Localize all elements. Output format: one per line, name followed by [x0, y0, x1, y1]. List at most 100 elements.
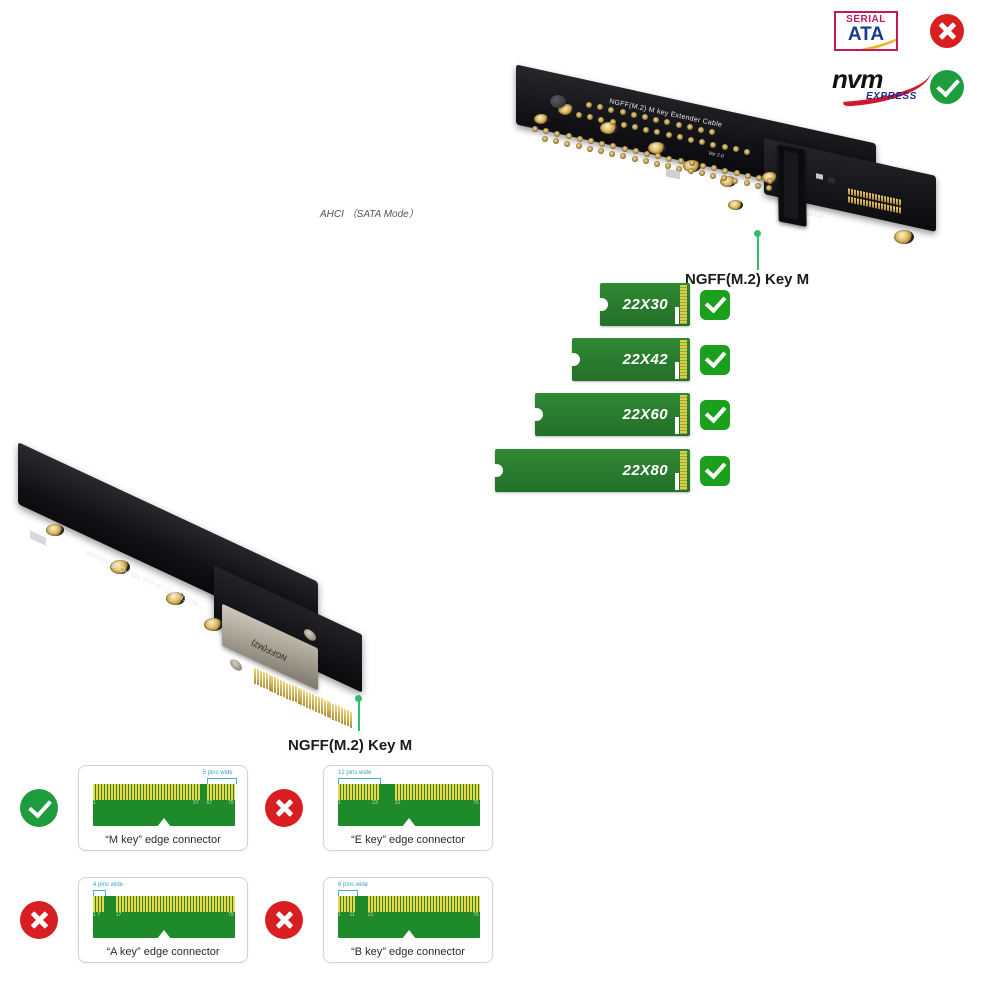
ssd-m-key-gap — [675, 473, 679, 490]
via-pad — [711, 165, 718, 172]
ssd-size-row: 22X42 — [571, 338, 730, 381]
via-pad — [542, 136, 548, 142]
ssd-screw-notch — [534, 408, 543, 421]
ssd-m-key-gap — [675, 307, 679, 324]
key-connector-card: 1 23 33 75 12 pins wide “E key” edge connecto… — [323, 765, 493, 851]
pin-number: 57 — [193, 800, 199, 806]
pin-header-contact — [854, 197, 856, 205]
via-pad — [620, 153, 627, 160]
via-pad — [598, 148, 604, 155]
pin-header-contact — [878, 202, 880, 210]
via-pad — [653, 116, 660, 123]
via-pad — [654, 160, 660, 167]
bottom-mount-hole-2280 — [46, 524, 64, 536]
mount-hole-h3 — [894, 230, 914, 244]
pin-header-contact — [869, 192, 871, 200]
edge-finger — [291, 684, 294, 702]
edge-finger — [277, 678, 280, 696]
pin-header-contact — [899, 199, 901, 206]
edge-finger — [259, 670, 262, 688]
edge-finger — [288, 683, 291, 701]
m2-extender-board: NGFF(M.2) M key Extender Cable Ver 2.0 O… — [516, 64, 936, 282]
via-pad — [642, 158, 649, 165]
via-pad — [619, 109, 626, 116]
via-pad — [588, 138, 594, 145]
key-connector-pcb: 1 11 21 75 — [338, 896, 480, 939]
key-notch-pointer — [157, 930, 171, 939]
pin-header-contact — [890, 197, 892, 204]
key-connector-card: 1 7 17 75 4 pins wide “A key” edge connector — [78, 877, 248, 963]
via-pad — [620, 121, 627, 128]
ssd-gold-edge — [680, 340, 687, 379]
via-pad — [700, 162, 706, 169]
via-pad — [599, 140, 606, 147]
edge-finger — [332, 703, 335, 721]
ssd-size-row: 22X80 — [494, 449, 730, 492]
ssd-module: 22X60 — [534, 393, 690, 436]
pin-number: 1 — [93, 912, 96, 918]
ssd-size-label: 22X30 — [622, 296, 668, 313]
edge-finger — [343, 708, 346, 726]
pin-width-label: 5 pins wide — [202, 770, 233, 776]
via-pad — [609, 150, 616, 157]
ssd-module: 22X80 — [494, 449, 690, 492]
edge-finger — [285, 682, 288, 699]
key-connector-caption: “E key” edge connector — [351, 834, 465, 846]
bracket-screw-1 — [230, 657, 242, 673]
pin-header-contact — [893, 205, 895, 213]
supported-ssd-size-list: 22X30 22X42 22X60 22X80 — [494, 283, 730, 498]
ssd-m-key-gap — [675, 362, 679, 379]
ssd-support-check-icon — [700, 399, 730, 430]
via-pad — [665, 131, 672, 138]
pin-header-contact — [875, 202, 877, 209]
via-pad — [655, 153, 662, 160]
pin-width-brace — [93, 890, 107, 896]
pin-header-contact — [860, 190, 862, 198]
key-cross-icon — [265, 789, 303, 827]
via-pad — [621, 145, 628, 152]
bottom-board-callout-label: NGFF(M.2) Key M — [288, 737, 413, 754]
key-notch-pointer — [402, 930, 416, 939]
key-connector-item: 1 11 21 75 6 pins wide “B key” edge connector — [265, 877, 493, 963]
key-notch-pointer — [157, 818, 171, 827]
pin-segment — [93, 784, 201, 800]
key-connector-item: 1 57 67 75 5 pins wide “M key” edge connector — [20, 765, 248, 851]
edge-finger — [341, 707, 343, 725]
pin-header-contact — [854, 189, 856, 197]
edge-finger — [335, 704, 338, 722]
sata-logo-line2: ATA — [847, 24, 885, 45]
pin-header-contact — [893, 197, 895, 205]
edge-finger — [283, 680, 285, 698]
pin-header-contact — [875, 194, 877, 201]
via-pad — [733, 170, 740, 177]
mount-hole-h2 — [534, 114, 549, 124]
edge-finger — [294, 686, 297, 703]
via-pad — [722, 167, 729, 174]
ssd-support-check-icon — [700, 289, 730, 320]
standoff-screw — [550, 95, 566, 108]
pin-header-contact — [869, 200, 871, 208]
pin-segment — [338, 896, 357, 912]
key-connector-caption: “B key” edge connector — [351, 946, 465, 958]
pin-header-contact — [848, 188, 850, 195]
edge-finger — [309, 692, 312, 710]
ssd-size-row: 22X60 — [534, 393, 730, 436]
pin-segment — [367, 896, 480, 912]
ssd-support-check-icon — [700, 455, 730, 486]
via-pad — [744, 172, 751, 179]
edge-finger — [338, 705, 341, 723]
pin-number: 75 — [228, 912, 234, 918]
pin-width-label: 6 pins wide — [338, 882, 369, 888]
key-cross-icon — [20, 901, 58, 939]
edge-finger — [346, 709, 349, 727]
pin-segment — [338, 784, 380, 800]
pin-header-contact — [899, 207, 901, 214]
ssd-module: 22X30 — [599, 283, 690, 326]
pin-number: 75 — [473, 912, 479, 918]
pin-header-contact — [863, 199, 865, 206]
pin-header-contact — [887, 196, 889, 204]
pin-header-contact — [857, 198, 859, 205]
pin-header-contact — [887, 204, 889, 212]
via-pad — [721, 143, 728, 150]
pin-number: 1 — [338, 912, 341, 918]
